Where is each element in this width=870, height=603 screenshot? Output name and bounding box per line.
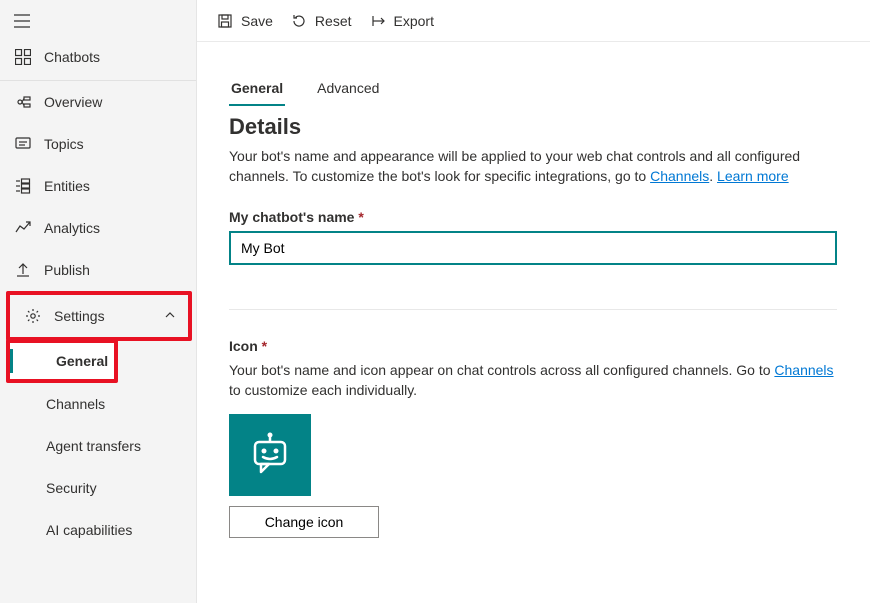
hamburger-menu-icon[interactable]: [14, 14, 30, 28]
sidebar-subitem-channels[interactable]: Channels: [0, 383, 196, 425]
sidebar-item-analytics[interactable]: Analytics: [0, 207, 196, 249]
sidebar-item-entities[interactable]: Entities: [0, 165, 196, 207]
export-icon: [370, 13, 386, 29]
sidebar-item-publish[interactable]: Publish: [0, 249, 196, 291]
change-icon-button[interactable]: Change icon: [229, 506, 379, 538]
save-icon: [217, 13, 233, 29]
sidebar-item-overview[interactable]: Overview: [0, 81, 196, 123]
description-text: Your bot's name and appearance will be a…: [229, 146, 838, 187]
sidebar-subitem-label: Channels: [46, 396, 105, 412]
sidebar-item-label: Publish: [44, 262, 90, 278]
publish-icon: [14, 261, 32, 279]
chevron-up-icon: [164, 308, 176, 324]
sidebar-item-label: Analytics: [44, 220, 100, 236]
page-title: Details: [229, 114, 838, 140]
chatbot-name-label: My chatbot's name *: [229, 209, 838, 225]
tab-general[interactable]: General: [229, 72, 285, 106]
export-button[interactable]: Export: [370, 13, 434, 29]
sidebar-item-label: Overview: [44, 94, 102, 110]
sidebar-subitem-label: Security: [46, 480, 97, 496]
analytics-icon: [14, 219, 32, 237]
divider: [229, 309, 837, 310]
chatbots-home-link[interactable]: Chatbots: [0, 36, 196, 81]
save-label: Save: [241, 13, 273, 29]
sidebar-item-label: Settings: [54, 308, 105, 324]
reset-icon: [291, 13, 307, 29]
tab-advanced[interactable]: Advanced: [315, 72, 381, 106]
toolbar: Save Reset Export: [197, 0, 870, 42]
reset-button[interactable]: Reset: [291, 13, 352, 29]
sidebar-subitem-label: Agent transfers: [46, 438, 141, 454]
reset-label: Reset: [315, 13, 352, 29]
icon-label: Icon *: [229, 338, 838, 354]
chatbots-label: Chatbots: [44, 49, 100, 65]
entities-icon: [14, 177, 32, 195]
sidebar-subitem-security[interactable]: Security: [0, 467, 196, 509]
bot-icon-preview: [229, 414, 311, 496]
sidebar: Chatbots Overview Topics Entities Analyt…: [0, 0, 197, 603]
chatbot-name-input[interactable]: [229, 231, 837, 265]
overview-icon: [14, 93, 32, 111]
tab-label: Advanced: [317, 80, 379, 96]
sidebar-subitem-ai-capabilities[interactable]: AI capabilities: [0, 509, 196, 551]
sidebar-subitem-label: General: [56, 353, 108, 369]
sidebar-item-topics[interactable]: Topics: [0, 123, 196, 165]
icon-description: Your bot's name and icon appear on chat …: [229, 360, 837, 401]
sidebar-subitem-agent-transfers[interactable]: Agent transfers: [0, 425, 196, 467]
main-content: Save Reset Export General: [197, 0, 870, 603]
topics-icon: [14, 135, 32, 153]
channels-link[interactable]: Channels: [650, 168, 709, 184]
sidebar-item-settings[interactable]: Settings: [10, 295, 188, 337]
tab-label: General: [231, 80, 283, 96]
sidebar-subitem-general[interactable]: General: [10, 343, 114, 379]
sidebar-item-label: Entities: [44, 178, 90, 194]
gear-icon: [24, 307, 42, 325]
bot-icon: [245, 430, 295, 480]
chatbots-icon: [14, 48, 32, 66]
sidebar-subitem-label: AI capabilities: [46, 522, 132, 538]
learn-more-link[interactable]: Learn more: [717, 168, 789, 184]
save-button[interactable]: Save: [217, 13, 273, 29]
sidebar-item-label: Topics: [44, 136, 84, 152]
tab-bar: General Advanced: [229, 72, 838, 106]
channels-link-2[interactable]: Channels: [774, 362, 833, 378]
export-label: Export: [394, 13, 434, 29]
